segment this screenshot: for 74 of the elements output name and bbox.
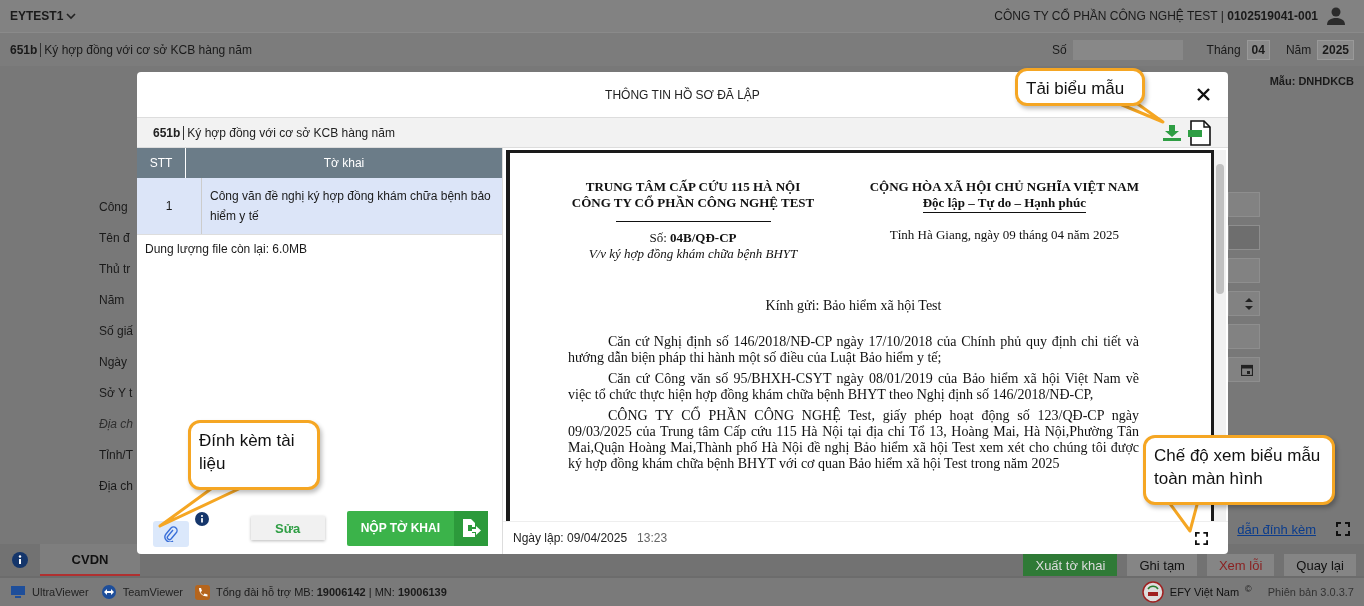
storage-text: Dung lượng file còn lại: 6.0MB [144,241,308,258]
field-label: Tỉnh/T [99,448,134,464]
input-field[interactable] [1228,324,1260,349]
paperclip-icon [164,526,178,542]
action-button[interactable]: Xem lỗi [1206,554,1275,576]
info-icon[interactable] [12,552,28,568]
version-text: Phiên bản 3.0.3.7 [1267,586,1354,598]
input-field[interactable] [1228,258,1260,283]
guide-link[interactable]: dẫn đính kèm [1237,521,1316,537]
organization-name: CÔNG TY CỔ PHẦN CÔNG NGHỆ TEST [571,195,815,211]
logo-icon [1141,581,1164,603]
field-label: Sở Y t [99,386,134,402]
download-icon[interactable] [1162,124,1182,141]
recipient-text: Kính gửi: Bảo hiểm xã hội Test [765,298,942,314]
month-label: Tháng [1206,42,1241,57]
field-label: Địa ch [99,479,134,495]
tab[interactable]: CVDN [40,544,140,576]
nation-heading: CỘNG HÒA XÃ HỘI CHỦ NGHĨA VIỆT NAM [869,179,1139,195]
submit-button[interactable]: NỘP TỜ KHAI [346,510,488,546]
action-button[interactable]: Xuất tờ khai [1023,554,1118,576]
template-code: Mẫu: DNHDKCB [1269,75,1354,87]
document-number: Số: 04B/QĐ-CP [649,230,737,246]
copyright-sign: © [1245,584,1252,594]
dialog-title: THÔNG TIN HỒ SƠ ĐÃ LẬP [605,87,760,102]
action-button[interactable]: Ghi tạm [1127,554,1197,576]
brand-name: EFY Việt Nam [1169,586,1240,598]
field-label: Địa ch [99,417,134,433]
table-cell-text: Công văn đề nghị ký hợp đồng khám chữa bệnh bảo hiểm y tế [209,188,492,225]
field-label: Tên đ [99,231,131,247]
fullscreen-icon[interactable] [1195,531,1208,545]
paragraph: Căn cứ Công văn số 95/BHXH-CSYT ngày 08/01/2019 của Bảo hiểm xã hội Việt Nam về việc tổ chức thực hiện hợp đồng khám chữa bệnh BHYT theo Nghị định số 146/2018/NĐ-CP, [568,371,1139,403]
form-title: 651b Ký hợp đồng với cơ sở KCB hàng năm [153,125,395,140]
paragraph: CÔNG TY CỔ PHẦN CÔNG NGHỆ Test, giấy phép hoạt động số 123/QĐ-CP ngày 09/03/2025 của Trung tâm Cấp cứu 115 Hà Nội tại địa chỉ Tổ 13, Hoàng Mai, Hà Nội,Phường Tân Mai,Quận Hoàng Mai,Thành phố Hà Nội đề nghị Bảo hiểm xã hội Test xem xét cho chúng tôi được ký hợp đồng khám chữa bệnh BHYT với cơ quan Bảo hiểm xã hội Test trong năm 2025 [568,408,1139,472]
info-icon[interactable] [195,512,209,526]
year-label: Năm [1285,42,1312,57]
user-icon[interactable] [1326,7,1346,25]
caret-icon [66,12,77,20]
table-cell: 1 [137,178,202,234]
column-header: Tờ khai [322,155,366,172]
form-title: 651b Ký hợp đồng với cơ sở KCB hàng năm [10,42,252,57]
phone-icon [195,584,210,600]
created-date: Ngày lập: 09/04/2025 [513,531,628,545]
tool-link[interactable]: TeamViewer [122,586,183,598]
created-time: 13:23 [637,531,668,545]
action-button[interactable]: Quay lại [1284,554,1356,576]
input-field[interactable] [1228,225,1260,250]
number-label: Số [1051,42,1067,57]
tool-link[interactable]: UltraViewer [32,586,89,598]
month-field[interactable]: 04 [1246,39,1270,60]
spreadsheet-file-icon[interactable] [1188,119,1212,146]
motto-text: Độc lập – Tự do – Hạnh phúc [922,195,1086,213]
table-row[interactable]: 1 Công văn đề nghị ký hợp đồng khám chữa bệnh bảo hiểm y tế [137,178,502,235]
hotline-text: Tổng đài hỗ trợ MB: 19006142 | MN: 19006139 [216,586,447,598]
company-name: CÔNG TY CỔ PHẦN CÔNG NGHỆ TEST | 0102519041-001 [994,9,1318,23]
place-date: Tỉnh Hà Giang, ngày 09 tháng 04 năm 2025 [889,227,1119,243]
field-label: Công [99,200,129,216]
paragraph: Căn cứ Nghị định số 146/2018/NĐ-CP ngày 17/10/2018 của Chính phủ quy định chi tiết và hướng dẫn biện pháp thi hành một số điều của Luật Bảo hiểm y tế; [568,334,1139,366]
callout: Chế độ xem biểu mẫu toàn màn hình [1143,435,1335,505]
field-label: Số giấ [99,324,134,340]
input-field[interactable] [1228,192,1260,217]
arrows-circle-icon[interactable] [100,584,117,600]
attach-button[interactable] [153,521,189,547]
account-menu[interactable]: EYTEST1 [10,9,77,23]
close-icon[interactable] [1197,88,1210,101]
field-label: Ngày [99,355,128,371]
field-label: Thủ tr [99,262,132,278]
document-subject: V/v ký hợp đồng khám chữa bệnh BHYT [588,246,798,262]
field-label: Năm [99,293,126,309]
edit-button[interactable]: Sửa [250,516,325,540]
organization-name: TRUNG TÂM CẤP CỨU 115 HÀ NỘI [585,179,801,195]
spinner-icon[interactable] [1245,296,1253,311]
calendar-icon[interactable] [1241,363,1253,376]
year-field[interactable]: 2025 [1317,39,1354,60]
file-send-icon [461,518,481,538]
